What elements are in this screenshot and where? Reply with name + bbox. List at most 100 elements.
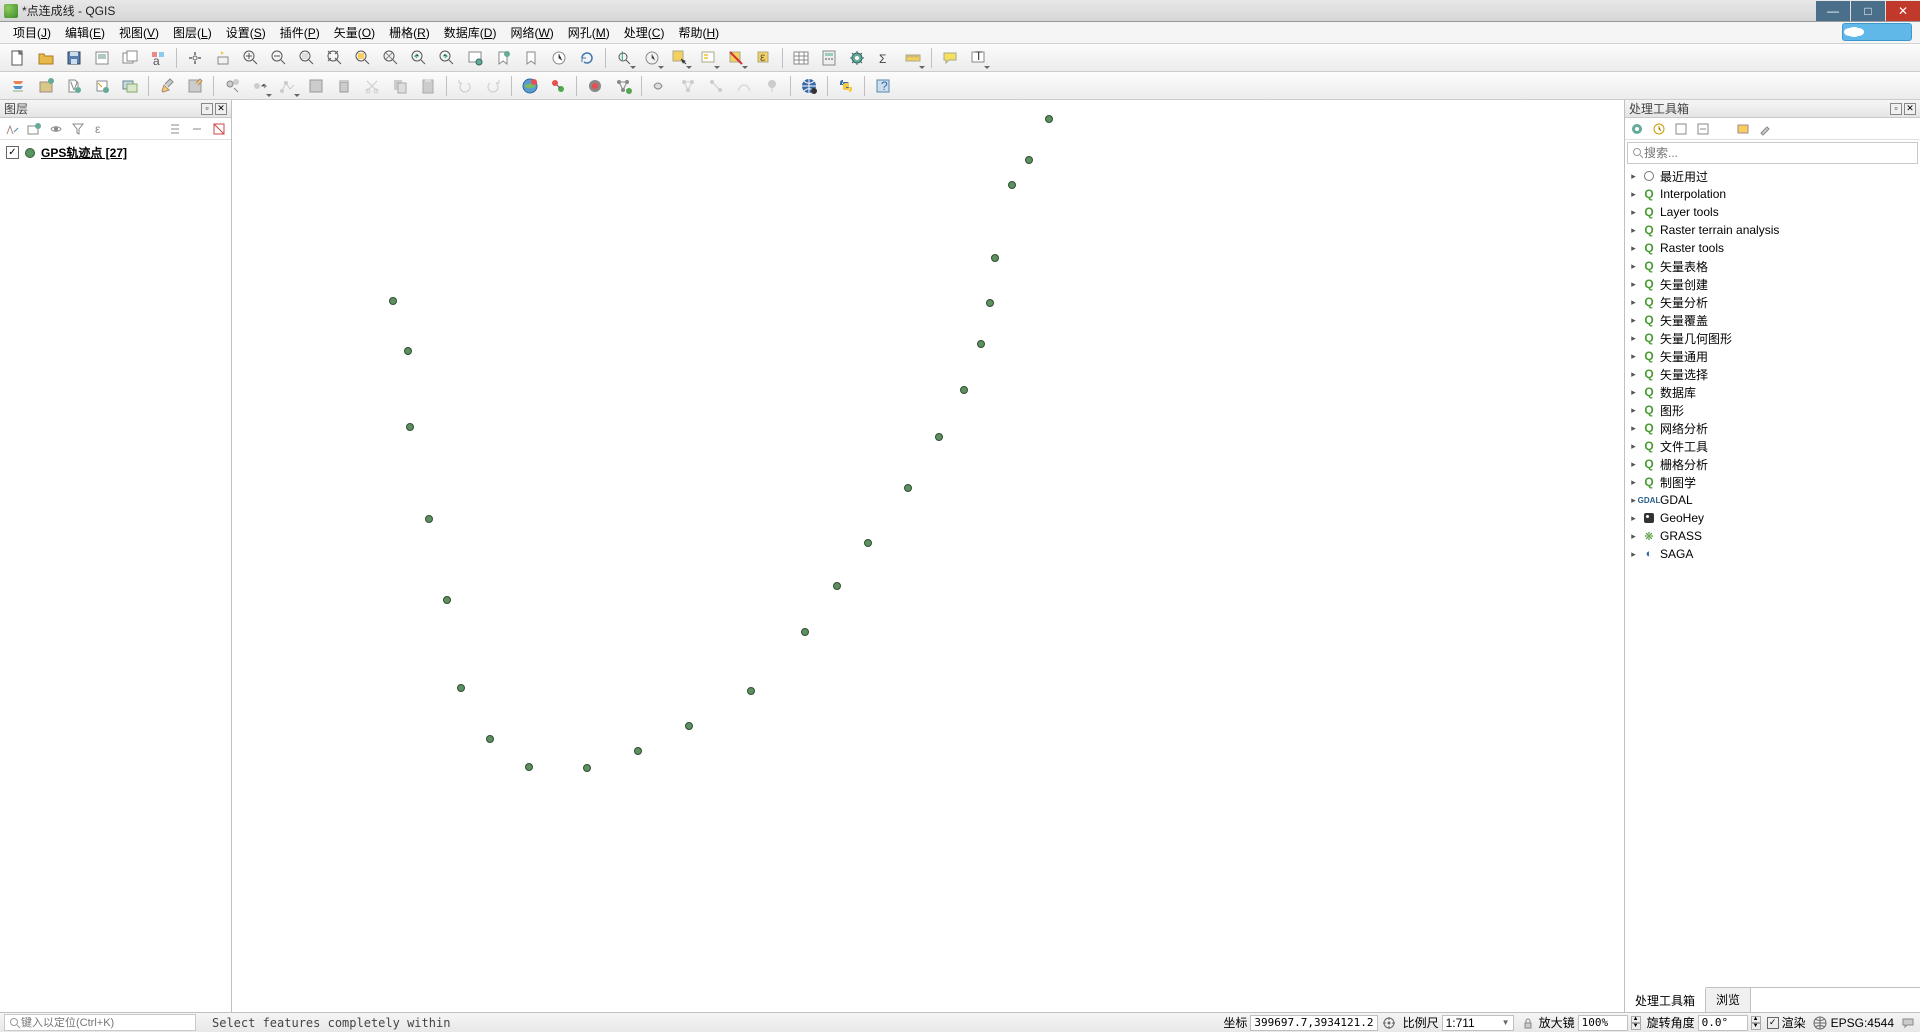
data-source-manager-button[interactable]: [5, 74, 31, 98]
layers-panel-close-button[interactable]: ✕: [215, 103, 227, 115]
coord-value[interactable]: 399697.7,3934121.2: [1250, 1015, 1377, 1031]
processing-model-button[interactable]: [1628, 120, 1646, 138]
deselect-all-button[interactable]: [723, 46, 749, 70]
plugin-web-button[interactable]: [796, 74, 822, 98]
select-by-value-button[interactable]: [695, 46, 721, 70]
menu-item[interactable]: 帮助(H): [671, 22, 726, 43]
expand-icon[interactable]: [1629, 514, 1638, 523]
plugin-gps-button[interactable]: [759, 74, 785, 98]
processing-tree-item[interactable]: ❋GRASS: [1625, 527, 1920, 545]
window-minimize-button[interactable]: —: [1816, 1, 1850, 21]
processing-tree-item[interactable]: Q矢量创建: [1625, 275, 1920, 293]
lock-icon[interactable]: [1520, 1015, 1536, 1031]
locator-input[interactable]: [21, 1017, 191, 1029]
layer-item-gps[interactable]: ✓ GPS轨迹点 [27]: [2, 142, 229, 163]
processing-search-input[interactable]: [1644, 146, 1913, 160]
messages-icon[interactable]: [1900, 1015, 1916, 1031]
processing-tree-item[interactable]: ◐SAGA: [1625, 545, 1920, 563]
expand-icon[interactable]: [1629, 388, 1638, 397]
vertex-tool-button[interactable]: [275, 74, 301, 98]
processing-tree-item[interactable]: Q矢量表格: [1625, 257, 1920, 275]
zoom-native-button[interactable]: [294, 46, 320, 70]
processing-tree-item[interactable]: Q制图学: [1625, 473, 1920, 491]
processing-tree-item[interactable]: QRaster tools: [1625, 239, 1920, 257]
field-calculator-button[interactable]: [816, 46, 842, 70]
processing-tree-item[interactable]: QLayer tools: [1625, 203, 1920, 221]
gps-point[interactable]: [443, 596, 451, 604]
plugin-coordinate-button[interactable]: [703, 74, 729, 98]
plugin-networks-button[interactable]: [610, 74, 636, 98]
menu-item[interactable]: 网络(W): [503, 22, 560, 43]
processing-tab-toolbox[interactable]: 处理工具箱: [1625, 987, 1706, 1012]
processing-tree-item[interactable]: Q文件工具: [1625, 437, 1920, 455]
processing-search-box[interactable]: [1627, 142, 1918, 164]
processing-tree-item[interactable]: GDALGDAL: [1625, 491, 1920, 509]
expand-icon[interactable]: [1629, 280, 1638, 289]
gps-point[interactable]: [1045, 115, 1053, 123]
expand-icon[interactable]: [1629, 334, 1638, 343]
coord-toggle-icon[interactable]: [1381, 1015, 1397, 1031]
manage-visibility-button[interactable]: [47, 120, 65, 138]
map-canvas[interactable]: [232, 100, 1624, 1012]
zoom-full-button[interactable]: [322, 46, 348, 70]
delete-selected-button[interactable]: [331, 74, 357, 98]
menu-item[interactable]: 插件(P): [273, 22, 327, 43]
expand-icon[interactable]: [1629, 172, 1638, 181]
processing-edit-button[interactable]: [1734, 120, 1752, 138]
toggle-editing-button[interactable]: [154, 74, 180, 98]
layers-panel-float-button[interactable]: ▫: [201, 103, 213, 115]
gps-point[interactable]: [389, 297, 397, 305]
menu-item[interactable]: 数据库(D): [437, 22, 504, 43]
select-features-button[interactable]: [667, 46, 693, 70]
zoom-out-button[interactable]: [266, 46, 292, 70]
menu-item[interactable]: 矢量(O): [327, 22, 382, 43]
temporal-controller-button[interactable]: [546, 46, 572, 70]
processing-tree-item[interactable]: Q图形: [1625, 401, 1920, 419]
processing-tab-browser[interactable]: 浏览: [1706, 988, 1751, 1012]
new-map-view-button[interactable]: [462, 46, 488, 70]
plugin-trace-button[interactable]: [731, 74, 757, 98]
open-project-button[interactable]: [33, 46, 59, 70]
python-console-button[interactable]: [833, 74, 859, 98]
expand-icon[interactable]: [1629, 262, 1638, 271]
remove-layer-button[interactable]: [210, 120, 228, 138]
expand-icon[interactable]: [1629, 442, 1638, 451]
window-close-button[interactable]: ✕: [1886, 1, 1920, 21]
expand-icon[interactable]: [1629, 226, 1638, 235]
menu-item[interactable]: 网孔(M): [561, 22, 617, 43]
expand-icon[interactable]: [1629, 460, 1638, 469]
new-print-layout-button[interactable]: [89, 46, 115, 70]
processing-toolbox-button[interactable]: [844, 46, 870, 70]
processing-tree-item[interactable]: Q矢量覆盖: [1625, 311, 1920, 329]
gps-point[interactable]: [904, 484, 912, 492]
expand-icon[interactable]: [1629, 190, 1638, 199]
expand-icon[interactable]: [1629, 208, 1638, 217]
gps-point[interactable]: [486, 735, 494, 743]
processing-tree-item[interactable]: Q栅格分析: [1625, 455, 1920, 473]
layout-manager-button[interactable]: [117, 46, 143, 70]
window-maximize-button[interactable]: □: [1851, 1, 1885, 21]
processing-tree-item[interactable]: QRaster terrain analysis: [1625, 221, 1920, 239]
crs-label[interactable]: EPSG:4544: [1831, 1016, 1894, 1030]
expand-all-button[interactable]: [166, 120, 184, 138]
expand-icon[interactable]: [1629, 532, 1638, 541]
crs-icon[interactable]: [1812, 1015, 1828, 1031]
show-bookmarks-button[interactable]: [518, 46, 544, 70]
add-feature-button[interactable]: [219, 74, 245, 98]
pan-button[interactable]: [182, 46, 208, 70]
gps-point[interactable]: [986, 299, 994, 307]
new-spatialite-button[interactable]: [89, 74, 115, 98]
gps-point[interactable]: [525, 763, 533, 771]
gps-point[interactable]: [977, 340, 985, 348]
expand-icon[interactable]: [1629, 424, 1638, 433]
new-virtual-layer-button[interactable]: [117, 74, 143, 98]
filter-by-expression-button[interactable]: ε: [91, 120, 109, 138]
scale-combo[interactable]: 1:711▼: [1442, 1015, 1514, 1031]
identify-button[interactable]: i: [611, 46, 637, 70]
modify-attributes-button[interactable]: [303, 74, 329, 98]
expand-icon[interactable]: [1629, 244, 1638, 253]
gps-point[interactable]: [404, 347, 412, 355]
gps-point[interactable]: [1008, 181, 1016, 189]
locator-box[interactable]: [4, 1014, 196, 1031]
undo-button[interactable]: [452, 74, 478, 98]
